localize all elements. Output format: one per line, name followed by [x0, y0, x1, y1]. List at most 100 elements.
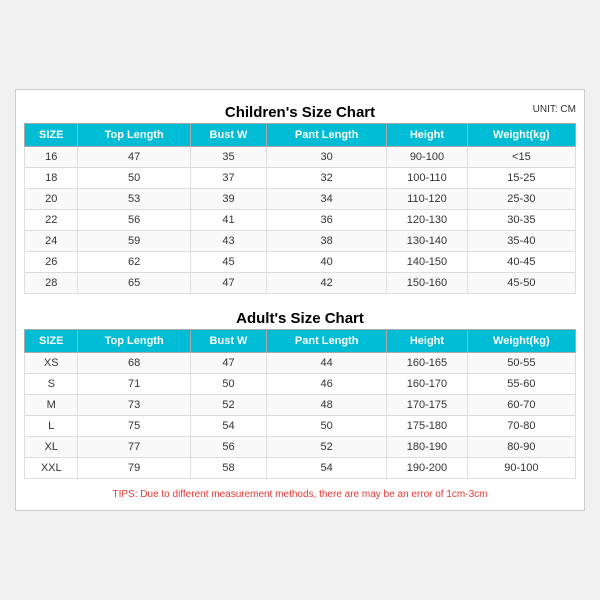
col-size: SIZE	[25, 124, 78, 147]
table-row: XL775652180-19080-90	[25, 437, 576, 458]
table-cell: 39	[190, 189, 266, 210]
table-cell: 55-60	[467, 374, 575, 395]
table-cell: 180-190	[387, 437, 468, 458]
table-cell: L	[25, 416, 78, 437]
table-cell: 37	[190, 168, 266, 189]
table-cell: 60-70	[467, 395, 575, 416]
table-cell: XXL	[25, 458, 78, 479]
table-cell: 54	[267, 458, 387, 479]
col-height: Height	[387, 330, 468, 353]
table-cell: 45	[190, 252, 266, 273]
table-cell: 75	[78, 416, 190, 437]
table-cell: 71	[78, 374, 190, 395]
table-cell: 18	[25, 168, 78, 189]
table-cell: 90-100	[387, 147, 468, 168]
col-bust-w: Bust W	[190, 330, 266, 353]
table-cell: 35	[190, 147, 266, 168]
table-cell: XS	[25, 353, 78, 374]
table-cell: S	[25, 374, 78, 395]
children-title-text: Children's Size Chart	[225, 104, 375, 121]
table-cell: 73	[78, 395, 190, 416]
table-cell: 30	[267, 147, 387, 168]
table-cell: 45-50	[467, 273, 575, 294]
table-cell: 40	[267, 252, 387, 273]
table-cell: <15	[467, 147, 575, 168]
table-row: 28654742150-16045-50	[25, 273, 576, 294]
table-cell: 47	[190, 273, 266, 294]
table-row: 26624540140-15040-45	[25, 252, 576, 273]
table-cell: 70-80	[467, 416, 575, 437]
adult-title-text: Adult's Size Chart	[236, 310, 364, 327]
table-cell: 47	[78, 147, 190, 168]
table-cell: 44	[267, 353, 387, 374]
table-cell: 50-55	[467, 353, 575, 374]
table-cell: 50	[78, 168, 190, 189]
children-header-row: SIZE Top Length Bust W Pant Length Heigh…	[25, 124, 576, 147]
table-cell: 62	[78, 252, 190, 273]
table-cell: 26	[25, 252, 78, 273]
table-cell: 24	[25, 231, 78, 252]
table-cell: 90-100	[467, 458, 575, 479]
table-row: L755450175-18070-80	[25, 416, 576, 437]
col-top-length: Top Length	[78, 330, 190, 353]
table-cell: 68	[78, 353, 190, 374]
table-cell: 56	[78, 210, 190, 231]
table-cell: 58	[190, 458, 266, 479]
adult-section-title: Adult's Size Chart	[24, 304, 576, 329]
adult-size-table: SIZE Top Length Bust W Pant Length Heigh…	[24, 329, 576, 479]
col-bust-w: Bust W	[190, 124, 266, 147]
table-cell: 160-170	[387, 374, 468, 395]
table-cell: 175-180	[387, 416, 468, 437]
table-cell: 79	[78, 458, 190, 479]
table-row: 20533934110-12025-30	[25, 189, 576, 210]
table-cell: 46	[267, 374, 387, 395]
table-cell: 120-130	[387, 210, 468, 231]
table-cell: 53	[78, 189, 190, 210]
table-cell: 41	[190, 210, 266, 231]
table-cell: 150-160	[387, 273, 468, 294]
table-cell: 77	[78, 437, 190, 458]
table-cell: 160-165	[387, 353, 468, 374]
col-height: Height	[387, 124, 468, 147]
children-section-title: Children's Size Chart UNIT: CM	[24, 98, 576, 123]
chart-container: Children's Size Chart UNIT: CM SIZE Top …	[15, 89, 585, 511]
adult-header-row: SIZE Top Length Bust W Pant Length Heigh…	[25, 330, 576, 353]
table-cell: 34	[267, 189, 387, 210]
table-cell: M	[25, 395, 78, 416]
col-top-length: Top Length	[78, 124, 190, 147]
children-size-table: SIZE Top Length Bust W Pant Length Heigh…	[24, 123, 576, 294]
col-weight: Weight(kg)	[467, 330, 575, 353]
table-cell: 25-30	[467, 189, 575, 210]
table-cell: 52	[190, 395, 266, 416]
table-row: XS684744160-16550-55	[25, 353, 576, 374]
table-row: M735248170-17560-70	[25, 395, 576, 416]
table-row: S715046160-17055-60	[25, 374, 576, 395]
table-cell: 38	[267, 231, 387, 252]
table-cell: 56	[190, 437, 266, 458]
col-weight: Weight(kg)	[467, 124, 575, 147]
tips-text: TIPS: Due to different measurement metho…	[24, 483, 576, 502]
table-row: 24594338130-14035-40	[25, 231, 576, 252]
table-cell: 65	[78, 273, 190, 294]
table-cell: 35-40	[467, 231, 575, 252]
table-cell: 59	[78, 231, 190, 252]
table-cell: 190-200	[387, 458, 468, 479]
table-cell: 80-90	[467, 437, 575, 458]
table-cell: 20	[25, 189, 78, 210]
table-cell: 16	[25, 147, 78, 168]
table-row: XXL795854190-20090-100	[25, 458, 576, 479]
table-cell: 48	[267, 395, 387, 416]
table-cell: 140-150	[387, 252, 468, 273]
table-cell: 50	[267, 416, 387, 437]
table-cell: 42	[267, 273, 387, 294]
table-cell: 110-120	[387, 189, 468, 210]
unit-label: UNIT: CM	[533, 104, 576, 115]
table-cell: 50	[190, 374, 266, 395]
table-cell: 47	[190, 353, 266, 374]
col-pant-length: Pant Length	[267, 124, 387, 147]
col-size: SIZE	[25, 330, 78, 353]
table-cell: 52	[267, 437, 387, 458]
table-cell: XL	[25, 437, 78, 458]
table-cell: 22	[25, 210, 78, 231]
table-cell: 32	[267, 168, 387, 189]
